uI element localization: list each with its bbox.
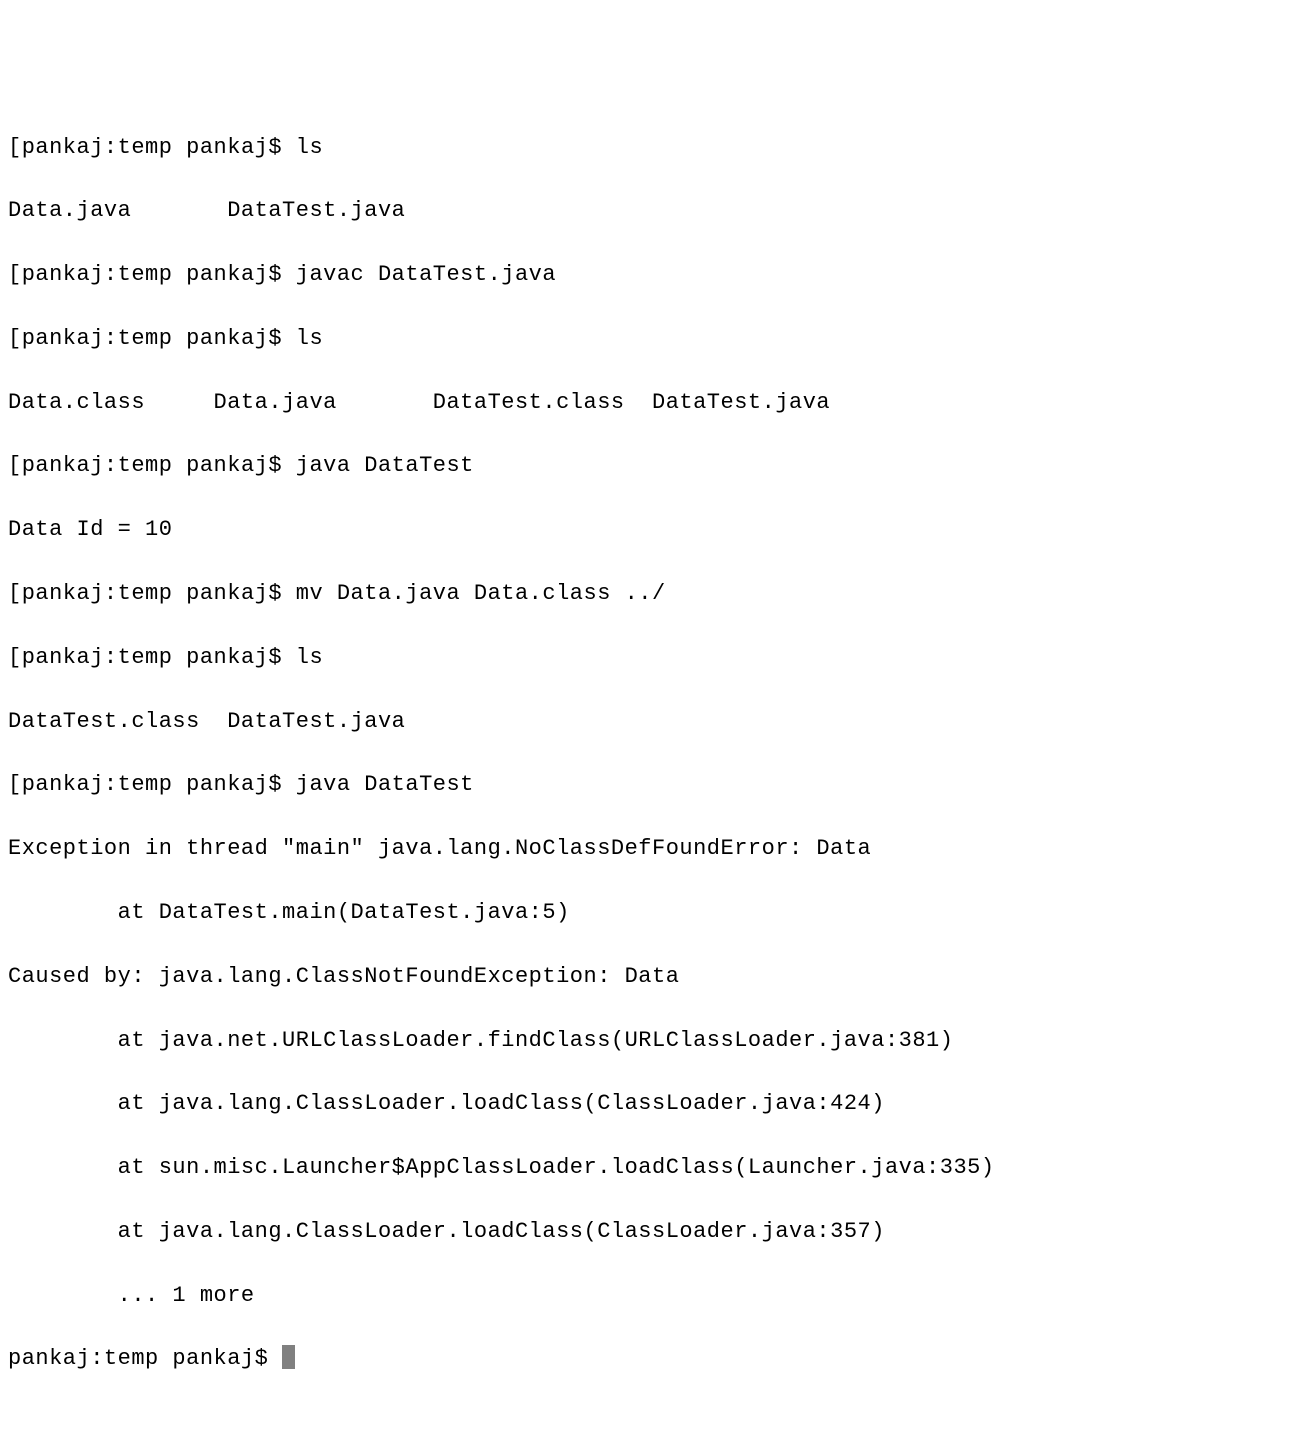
- terminal-line: pankaj:temp pankaj$: [8, 1343, 1298, 1375]
- command-text: ls: [296, 135, 323, 160]
- terminal-line: Data.java DataTest.java: [8, 195, 1298, 227]
- prompt-prefix: [: [8, 262, 22, 287]
- terminal-output[interactable]: [pankaj:temp pankaj$ ls Data.java DataTe…: [8, 132, 1298, 1376]
- cursor-icon: [282, 1345, 295, 1369]
- shell-prompt: pankaj:temp pankaj$: [8, 1346, 282, 1371]
- output-text: Exception in thread "main" java.lang.NoC…: [8, 836, 871, 861]
- command-text: mv Data.java Data.class ../: [296, 581, 666, 606]
- terminal-line: Data.class Data.java DataTest.class Data…: [8, 387, 1298, 419]
- terminal-line: ... 1 more: [8, 1280, 1298, 1312]
- prompt-prefix: [: [8, 772, 22, 797]
- command-text: ls: [296, 645, 323, 670]
- terminal-line: at DataTest.main(DataTest.java:5): [8, 897, 1298, 929]
- terminal-line: Data Id = 10: [8, 514, 1298, 546]
- terminal-line: at java.lang.ClassLoader.loadClass(Class…: [8, 1216, 1298, 1248]
- shell-prompt: pankaj:temp pankaj$: [22, 262, 296, 287]
- output-text: at DataTest.main(DataTest.java:5): [8, 900, 570, 925]
- prompt-prefix: [: [8, 581, 22, 606]
- command-text: java DataTest: [296, 772, 474, 797]
- shell-prompt: pankaj:temp pankaj$: [22, 326, 296, 351]
- shell-prompt: pankaj:temp pankaj$: [22, 453, 296, 478]
- output-text: at java.lang.ClassLoader.loadClass(Class…: [8, 1091, 885, 1116]
- shell-prompt: pankaj:temp pankaj$: [22, 772, 296, 797]
- terminal-line: Caused by: java.lang.ClassNotFoundExcept…: [8, 961, 1298, 993]
- terminal-line: [pankaj:temp pankaj$ java DataTest: [8, 769, 1298, 801]
- output-text: at sun.misc.Launcher$AppClassLoader.load…: [8, 1155, 995, 1180]
- output-text: at java.net.URLClassLoader.findClass(URL…: [8, 1028, 953, 1053]
- shell-prompt: pankaj:temp pankaj$: [22, 581, 296, 606]
- terminal-line: at java.lang.ClassLoader.loadClass(Class…: [8, 1088, 1298, 1120]
- terminal-line: Exception in thread "main" java.lang.NoC…: [8, 833, 1298, 865]
- command-text: java DataTest: [296, 453, 474, 478]
- terminal-line: at java.net.URLClassLoader.findClass(URL…: [8, 1025, 1298, 1057]
- prompt-prefix: [: [8, 453, 22, 478]
- terminal-line: [pankaj:temp pankaj$ ls: [8, 642, 1298, 674]
- output-text: Data Id = 10: [8, 517, 172, 542]
- prompt-prefix: [: [8, 645, 22, 670]
- terminal-line: [pankaj:temp pankaj$ ls: [8, 132, 1298, 164]
- shell-prompt: pankaj:temp pankaj$: [22, 135, 296, 160]
- terminal-line: at sun.misc.Launcher$AppClassLoader.load…: [8, 1152, 1298, 1184]
- prompt-prefix: [: [8, 135, 22, 160]
- command-text: ls: [296, 326, 323, 351]
- terminal-line: [pankaj:temp pankaj$ ls: [8, 323, 1298, 355]
- terminal-line: [pankaj:temp pankaj$ javac DataTest.java: [8, 259, 1298, 291]
- shell-prompt: pankaj:temp pankaj$: [22, 645, 296, 670]
- terminal-line: DataTest.class DataTest.java: [8, 706, 1298, 738]
- output-text: at java.lang.ClassLoader.loadClass(Class…: [8, 1219, 885, 1244]
- output-text: DataTest.class DataTest.java: [8, 709, 405, 734]
- terminal-line: [pankaj:temp pankaj$ java DataTest: [8, 450, 1298, 482]
- output-text: Data.class Data.java DataTest.class Data…: [8, 390, 830, 415]
- output-text: Caused by: java.lang.ClassNotFoundExcept…: [8, 964, 679, 989]
- output-text: ... 1 more: [8, 1283, 255, 1308]
- output-text: Data.java DataTest.java: [8, 198, 405, 223]
- command-text: javac DataTest.java: [296, 262, 556, 287]
- terminal-line: [pankaj:temp pankaj$ mv Data.java Data.c…: [8, 578, 1298, 610]
- prompt-prefix: [: [8, 326, 22, 351]
